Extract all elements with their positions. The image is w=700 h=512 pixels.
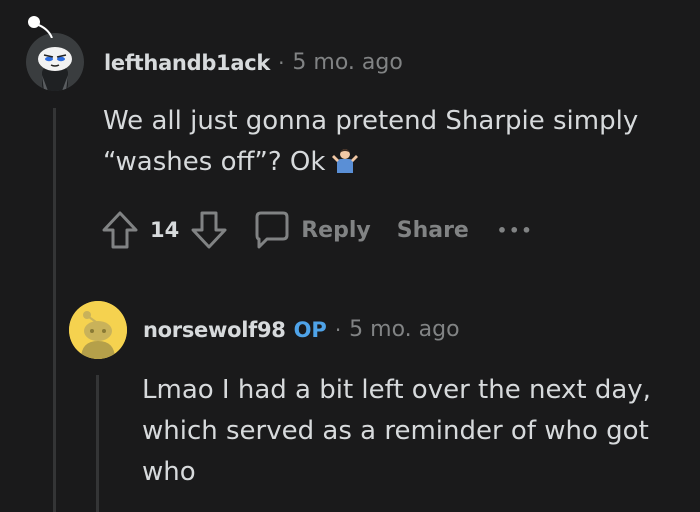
reply-button[interactable]: Reply: [301, 218, 371, 243]
comment-text: We all just gonna pretend Sharpie simply…: [103, 106, 639, 177]
more-options-button[interactable]: •••: [497, 221, 534, 240]
vote-count: 14: [150, 218, 180, 242]
timestamp[interactable]: 5 mo. ago: [292, 50, 402, 75]
person-shrugging-icon: [331, 145, 359, 186]
thread-line-1[interactable]: [53, 108, 56, 512]
comment-meta: lefthandb1ack · 5 mo. ago: [104, 50, 403, 75]
downvote-icon[interactable]: [189, 209, 229, 251]
thread-line-2[interactable]: [96, 375, 99, 512]
avatar[interactable]: [69, 301, 127, 359]
snoo-avatar-icon: [26, 33, 84, 91]
separator-dot: ·: [278, 50, 285, 75]
share-button[interactable]: Share: [397, 218, 469, 243]
username[interactable]: norsewolf98: [143, 318, 286, 342]
timestamp[interactable]: 5 mo. ago: [349, 317, 459, 342]
upvote-icon[interactable]: [100, 209, 140, 251]
snoo-avatar-icon: [69, 301, 127, 359]
comment-text: Lmao I had a bit left over the next day,…: [142, 375, 651, 487]
comment-meta: norsewolf98 OP · 5 mo. ago: [143, 317, 460, 342]
antenna-icon: [28, 16, 53, 38]
comment-bubble-icon[interactable]: [251, 209, 291, 251]
comment-body: We all just gonna pretend Sharpie simply…: [103, 101, 638, 186]
comment-body: Lmao I had a bit left over the next day,…: [142, 370, 651, 493]
op-badge: OP: [293, 317, 327, 342]
comment-actions: 14 Reply Share •••: [100, 208, 534, 252]
avatar[interactable]: [26, 33, 84, 91]
separator-dot: ·: [334, 317, 342, 342]
username[interactable]: lefthandb1ack: [104, 51, 270, 75]
